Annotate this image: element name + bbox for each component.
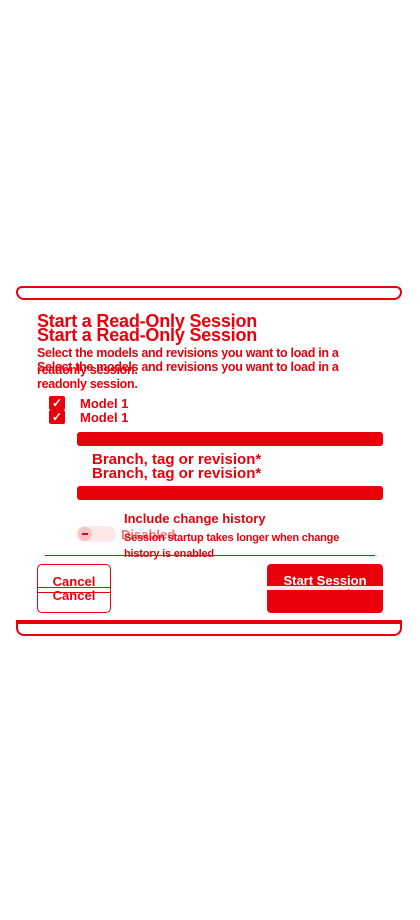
footer-divider xyxy=(45,555,375,556)
cancel-button[interactable]: Cancel Cancel xyxy=(37,564,111,613)
checkmark-icon: ✓ xyxy=(51,410,63,424)
model-1-checkbox-echo[interactable]: ✓ xyxy=(49,410,65,424)
revision-input-bottom-border xyxy=(77,486,383,500)
model-label-text-echo: Model 1 xyxy=(80,410,129,425)
checkmark-icon: ✓ xyxy=(51,396,63,410)
change-history-toggle[interactable] xyxy=(76,526,116,542)
cancel-button-label: Cancel xyxy=(52,574,96,589)
model-1-label: Model 1 Model 1 xyxy=(80,396,129,425)
dialog-top-edge xyxy=(16,286,402,300)
start-session-button-label-echo: Start Session xyxy=(283,587,367,602)
cancel-button-label-echo: Cancel xyxy=(52,588,96,603)
change-history-label: Include change history xyxy=(124,511,266,526)
dialog-bottom-edge xyxy=(16,620,402,636)
start-session-button-label: Start Session xyxy=(283,573,367,588)
dialog-title: Start a Read-Only Session Start a Read-O… xyxy=(37,311,257,345)
revision-input-label-text-echo: Branch, tag or revision* xyxy=(92,465,262,482)
model-label-text: Model 1 xyxy=(80,396,129,411)
dialog-description: Select the models and revisions you want… xyxy=(37,345,372,391)
dialog-description-text-echo: Select the models and revisions you want… xyxy=(37,360,339,391)
revision-input-top-border xyxy=(77,432,383,446)
start-session-button[interactable]: Start Session Start Session xyxy=(267,564,383,613)
toggle-knob xyxy=(78,527,92,541)
dialog-title-text-echo: Start a Read-Only Session xyxy=(37,325,258,345)
model-1-checkbox[interactable]: ✓ xyxy=(49,396,65,410)
change-history-helper: Session startup takes longer when change… xyxy=(124,532,340,560)
revision-input-label: Branch, tag or revision* Branch, tag or … xyxy=(92,451,261,482)
